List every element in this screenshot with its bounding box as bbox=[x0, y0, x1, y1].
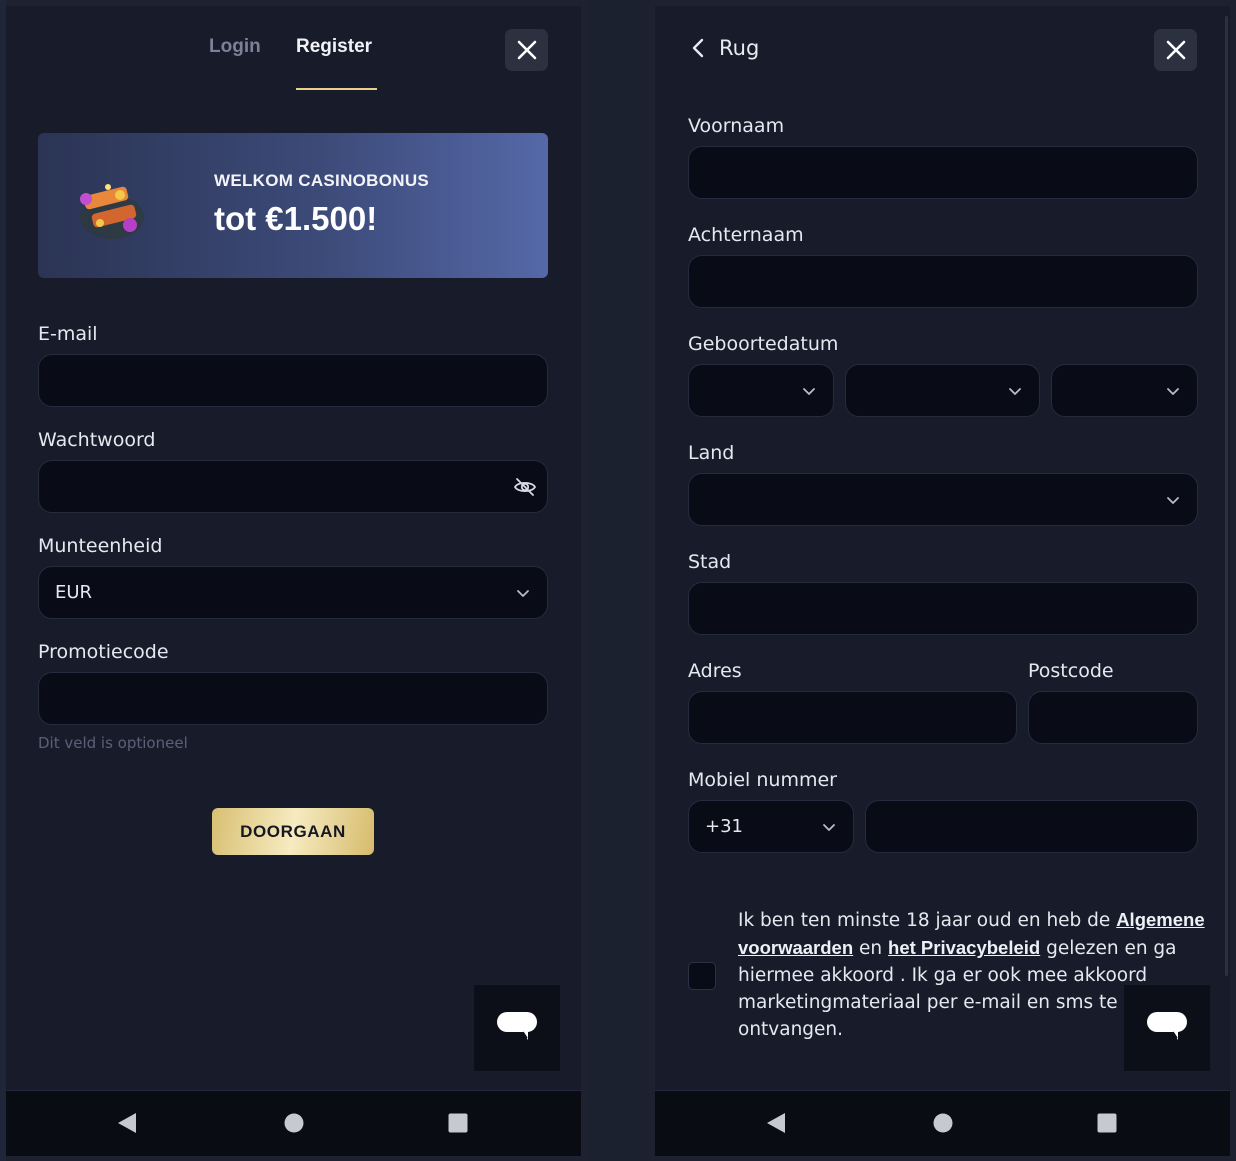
dob-label: Geboortedatum bbox=[688, 333, 839, 355]
terms-text-part: en bbox=[853, 938, 889, 959]
close-icon bbox=[517, 40, 536, 60]
first-name-input[interactable] bbox=[688, 146, 1198, 199]
address-label: Adres bbox=[688, 660, 742, 682]
dial-code-value: +31 bbox=[705, 816, 743, 837]
nav-recents-icon[interactable] bbox=[447, 1112, 469, 1134]
password-label: Wachtwoord bbox=[38, 429, 156, 451]
gift-candy-icon bbox=[80, 184, 144, 239]
chat-button[interactable] bbox=[474, 985, 560, 1071]
dob-day-select[interactable] bbox=[688, 364, 834, 417]
dial-code-select[interactable]: +31 bbox=[688, 800, 854, 853]
chat-button[interactable] bbox=[1124, 985, 1210, 1071]
city-label: Stad bbox=[688, 551, 732, 573]
last-name-input[interactable] bbox=[688, 255, 1198, 308]
android-nav-bar bbox=[655, 1090, 1230, 1156]
last-name-label: Achternaam bbox=[688, 224, 804, 246]
back-label: Rug bbox=[719, 36, 760, 60]
currency-label: Munteenheid bbox=[38, 535, 163, 557]
dob-year-select[interactable] bbox=[1051, 364, 1198, 417]
postcode-input[interactable] bbox=[1028, 691, 1198, 744]
email-label: E-mail bbox=[38, 323, 98, 345]
country-select[interactable] bbox=[688, 473, 1198, 526]
chevron-down-icon bbox=[1167, 497, 1179, 504]
city-input[interactable] bbox=[688, 582, 1198, 635]
address-input[interactable] bbox=[688, 691, 1017, 744]
chevron-down-icon bbox=[1009, 388, 1021, 395]
country-label: Land bbox=[688, 442, 735, 464]
continue-button[interactable]: DOORGAAN bbox=[212, 808, 374, 855]
chevron-left-icon bbox=[692, 38, 704, 58]
nav-back-icon[interactable] bbox=[765, 1112, 787, 1134]
nav-recents-icon[interactable] bbox=[1096, 1112, 1118, 1134]
mobile-number-input[interactable] bbox=[865, 800, 1198, 853]
android-nav-bar bbox=[6, 1090, 581, 1156]
privacy-link[interactable]: het Privacybeleid bbox=[888, 937, 1040, 958]
dob-month-select[interactable] bbox=[845, 364, 1040, 417]
promo-hint: Dit veld is optioneel bbox=[38, 734, 188, 752]
screens-divider bbox=[587, 0, 649, 1161]
back-button[interactable]: Rug bbox=[691, 36, 759, 60]
promo-input[interactable] bbox=[38, 672, 548, 725]
chat-icon bbox=[497, 1012, 537, 1040]
currency-select[interactable]: EUR bbox=[38, 566, 548, 619]
banner-title: tot €1.500! bbox=[214, 200, 378, 237]
register-screen: Login Register WELKOM CASINOBONUS tot €1… bbox=[6, 6, 581, 1156]
close-icon bbox=[1166, 40, 1185, 60]
scrollbar[interactable] bbox=[1225, 16, 1228, 976]
chevron-down-icon bbox=[803, 388, 815, 395]
password-input[interactable] bbox=[38, 460, 548, 513]
chevron-down-icon bbox=[823, 824, 835, 831]
promo-label: Promotiecode bbox=[38, 641, 169, 663]
postcode-label: Postcode bbox=[1028, 660, 1114, 682]
tab-login[interactable]: Login bbox=[209, 36, 261, 58]
terms-text-part: Ik ben ten minste 18 jaar oud en heb de bbox=[738, 910, 1117, 931]
close-button[interactable] bbox=[505, 29, 548, 71]
nav-back-icon[interactable] bbox=[116, 1112, 138, 1134]
eye-off-icon[interactable] bbox=[513, 475, 537, 499]
welcome-bonus-banner[interactable]: WELKOM CASINOBONUS tot €1.500! bbox=[38, 133, 548, 278]
chevron-down-icon bbox=[1167, 388, 1179, 395]
mobile-label: Mobiel nummer bbox=[688, 769, 837, 791]
currency-value: EUR bbox=[55, 582, 93, 603]
chat-icon bbox=[1147, 1012, 1187, 1040]
tab-register[interactable]: Register bbox=[296, 36, 372, 58]
nav-home-icon[interactable] bbox=[283, 1112, 305, 1134]
first-name-label: Voornaam bbox=[688, 115, 785, 137]
email-input[interactable] bbox=[38, 354, 548, 407]
banner-subtitle: WELKOM CASINOBONUS bbox=[214, 171, 430, 190]
terms-checkbox[interactable] bbox=[688, 962, 716, 990]
close-button[interactable] bbox=[1154, 29, 1197, 71]
tab-active-indicator bbox=[296, 88, 377, 90]
nav-home-icon[interactable] bbox=[932, 1112, 954, 1134]
chevron-down-icon bbox=[517, 590, 529, 597]
register-details-screen: Rug Voornaam Achternaam Geboortedatum La… bbox=[655, 6, 1230, 1156]
